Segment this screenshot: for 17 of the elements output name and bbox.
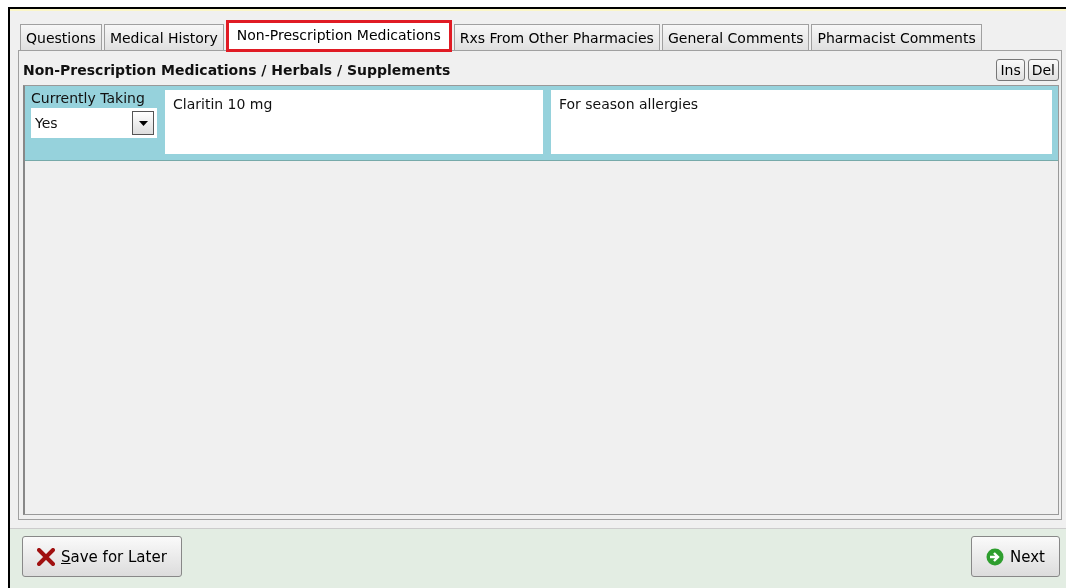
next-button[interactable]: Next bbox=[971, 536, 1060, 577]
tab[interactable]: Medical History bbox=[103, 24, 224, 50]
section-title: Non-Prescription Medications / Herbals / Supplements bbox=[23, 62, 451, 78]
toolbar-button[interactable]: Ins bbox=[996, 59, 1025, 81]
tab[interactable]: Pharmacist Comments bbox=[811, 24, 982, 50]
input-field[interactable]: For season allergies bbox=[551, 90, 1052, 154]
tab[interactable]: General Comments bbox=[661, 24, 810, 50]
save-for-later-button[interactable]: Save for Later bbox=[22, 536, 182, 577]
tab[interactable]: Non-Prescription Medications bbox=[225, 20, 452, 52]
tab[interactable]: Rxs From Other Pharmacies bbox=[453, 24, 660, 50]
right-arrow-circle-icon bbox=[986, 547, 1005, 566]
dropdown[interactable]: Yes bbox=[31, 108, 157, 138]
toolbar-button[interactable]: Del bbox=[1027, 59, 1059, 81]
input-field[interactable]: Claritin 10 mg bbox=[165, 90, 543, 154]
tab[interactable]: Questions bbox=[20, 24, 102, 50]
field-label: Currently Taking bbox=[31, 90, 146, 106]
cross-icon bbox=[37, 547, 55, 566]
